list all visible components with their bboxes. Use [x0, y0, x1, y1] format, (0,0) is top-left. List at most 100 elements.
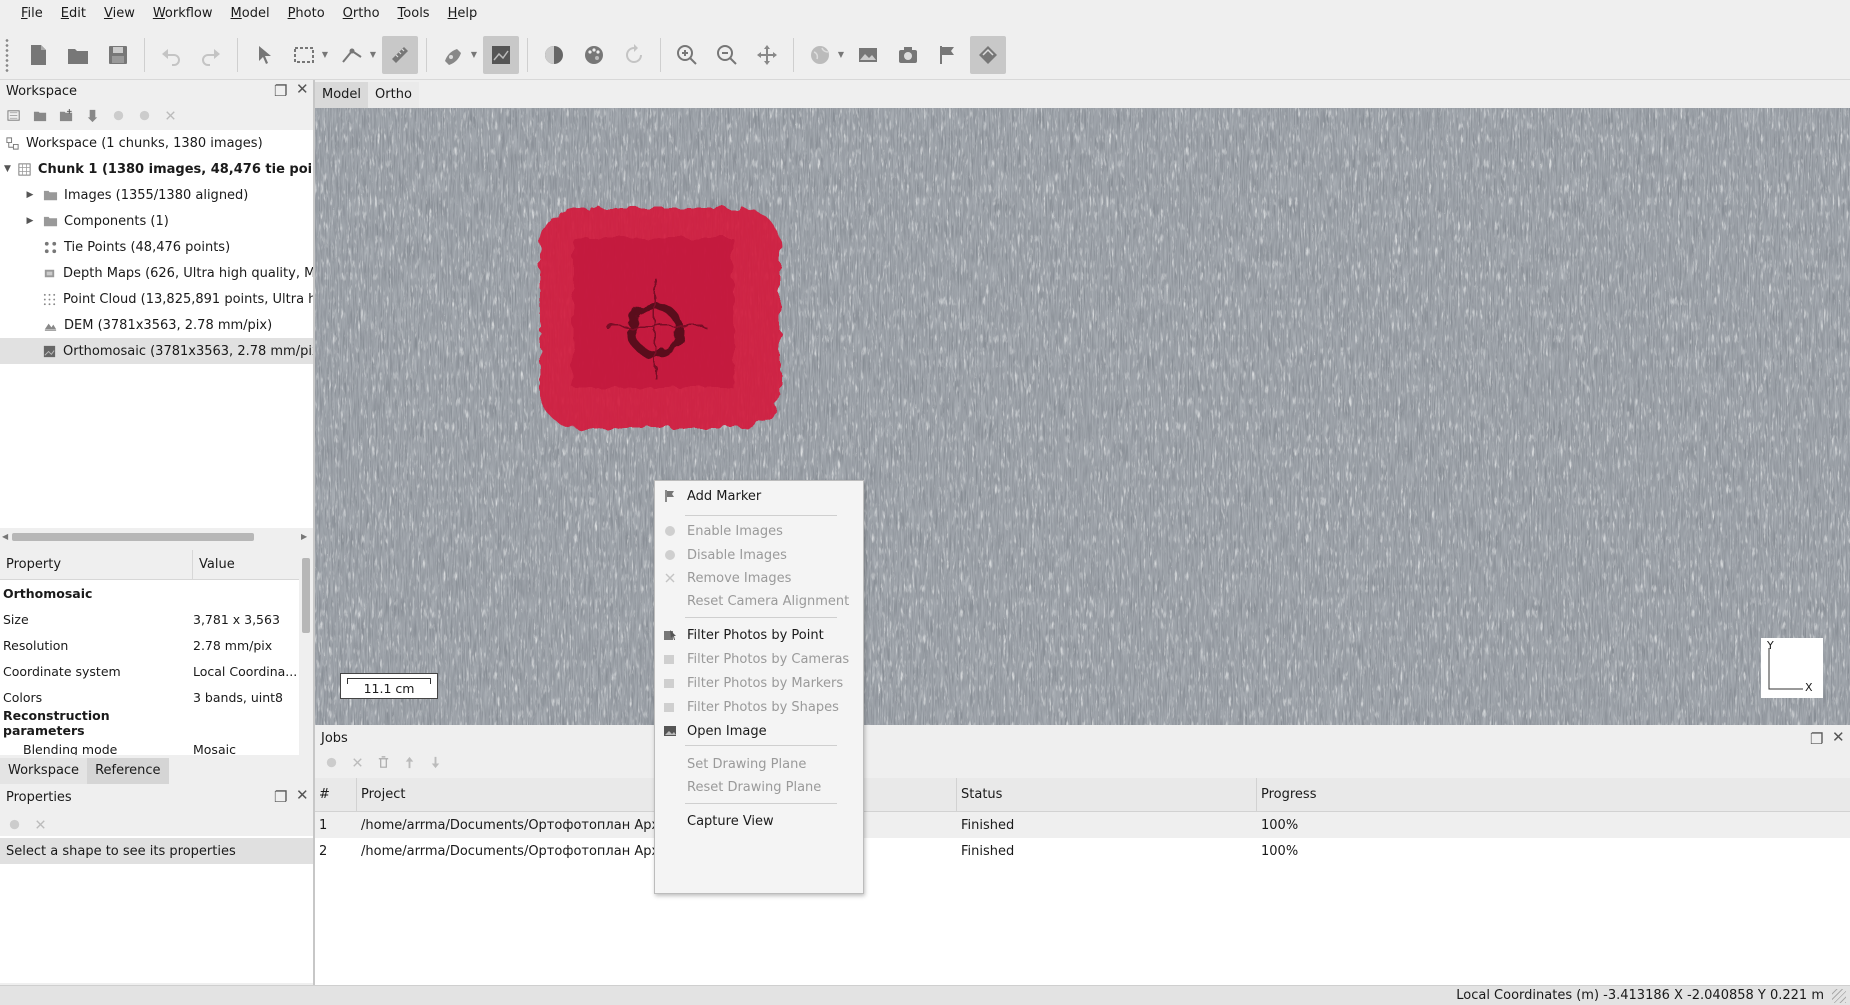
menu-model[interactable]: Model	[222, 0, 279, 28]
chevron-down-icon[interactable]: ▼	[368, 50, 378, 59]
chevron-down-icon[interactable]: ▼	[469, 50, 479, 59]
properties-vscrollbar[interactable]	[299, 550, 313, 755]
menu-photo[interactable]: Photo	[279, 0, 334, 28]
undock-icon[interactable]: ❐	[274, 82, 287, 100]
move-up-icon[interactable]	[401, 754, 417, 770]
column-header-value[interactable]: Value	[193, 557, 303, 572]
menu-item-disable-images[interactable]: Disable Images	[655, 543, 863, 567]
add-photos-icon[interactable]	[32, 107, 48, 123]
menu-edit[interactable]: Edit	[52, 0, 95, 28]
ruler-polyline-icon[interactable]	[334, 36, 370, 74]
column-header-progress[interactable]: Progress	[1257, 778, 1850, 812]
close-icon[interactable]: ✕	[296, 80, 309, 98]
remove-icon[interactable]	[162, 107, 178, 123]
column-header-property[interactable]: Property	[0, 550, 193, 580]
chevron-down-icon[interactable]: ▼	[320, 50, 330, 59]
trash-icon[interactable]	[375, 754, 391, 770]
tab-reference[interactable]: Reference	[87, 758, 169, 784]
menu-item-remove-images[interactable]: Remove Images	[655, 566, 863, 590]
ortho-viewport[interactable]: 11.1 cm Y X	[315, 108, 1850, 725]
refresh-icon[interactable]	[616, 36, 652, 74]
tree-item-images[interactable]: ▶ Images (1355/1380 aligned)	[0, 182, 313, 208]
enable-icon[interactable]	[110, 107, 126, 123]
open-icon[interactable]	[60, 36, 96, 74]
workspace-hscrollbar[interactable]: ◀ ▶	[0, 530, 313, 544]
scrollbar-thumb[interactable]	[12, 533, 254, 541]
pause-icon[interactable]	[323, 754, 339, 770]
tab-ortho[interactable]: Ortho	[368, 82, 419, 108]
menu-item-reset-drawing-plane[interactable]: Reset Drawing Plane	[655, 775, 863, 799]
menu-item-filter-by-point[interactable]: Filter Photos by Point	[655, 623, 863, 647]
save-icon[interactable]	[100, 36, 136, 74]
resize-grip-icon[interactable]	[1832, 989, 1846, 1003]
tree-item-orthomosaic[interactable]: Orthomosaic (3781x3563, 2.78 mm/pix)	[0, 338, 313, 364]
menu-item-set-drawing-plane[interactable]: Set Drawing Plane	[655, 752, 863, 776]
menu-item-add-marker[interactable]: Add Marker	[655, 484, 863, 508]
tree-item-depth-maps[interactable]: Depth Maps (626, Ultra high quality, Mil…	[0, 260, 313, 286]
palette-icon[interactable]	[576, 36, 612, 74]
redo-icon[interactable]	[193, 36, 229, 74]
chevron-right-icon[interactable]: ▶	[24, 190, 36, 200]
image-icon[interactable]	[850, 36, 886, 74]
menu-item-open-image[interactable]: Open Image	[655, 719, 863, 743]
rect-select-icon[interactable]	[286, 36, 322, 74]
tree-item-point-cloud[interactable]: Point Cloud (13,825,891 points, Ultra hi…	[0, 286, 313, 312]
zoom-out-icon[interactable]	[709, 36, 745, 74]
menu-view[interactable]: View	[95, 0, 144, 28]
pointer-icon[interactable]	[246, 36, 282, 74]
chevron-right-icon[interactable]: ▶	[301, 530, 307, 544]
tab-model[interactable]: Model	[315, 82, 369, 108]
add-folder-icon[interactable]	[58, 107, 74, 123]
table-row[interactable]: 2 /home/arrma/Documents/Ортофотоплан Арх…	[315, 838, 1850, 864]
tree-item-components[interactable]: ▶ Components (1)	[0, 208, 313, 234]
tree-item-chunk[interactable]: ▼ Chunk 1 (1380 images, 48,476 tie point…	[0, 156, 313, 182]
camera-icon[interactable]	[890, 36, 926, 74]
menu-item-reset-camera-alignment[interactable]: Reset Camera Alignment	[655, 589, 863, 613]
draw-shape-icon[interactable]	[435, 36, 471, 74]
menu-item-capture-view[interactable]: Capture View	[655, 809, 863, 833]
tab-workspace[interactable]: Workspace	[0, 758, 88, 784]
undo-icon[interactable]	[153, 36, 189, 74]
menu-workflow[interactable]: Workflow	[144, 0, 222, 28]
menu-item-filter-by-shapes[interactable]: Filter Photos by Shapes	[655, 695, 863, 719]
table-row[interactable]: 1 /home/arrma/Documents/Ортофотоплан Арх…	[315, 812, 1850, 838]
menu-item-filter-by-cameras[interactable]: Filter Photos by Cameras	[655, 647, 863, 671]
close-icon[interactable]: ✕	[1832, 728, 1845, 746]
import-icon[interactable]	[84, 107, 100, 123]
chevron-down-icon[interactable]: ▼	[4, 164, 11, 174]
enable-icon[interactable]	[6, 816, 22, 832]
undock-icon[interactable]: ❐	[1810, 730, 1823, 748]
add-chunk-icon[interactable]	[6, 107, 22, 123]
tree-item-workspace[interactable]: Workspace (1 chunks, 1380 images)	[0, 130, 313, 156]
column-header-status[interactable]: Status	[957, 777, 1257, 812]
toolbar-grip[interactable]	[4, 37, 10, 72]
scrollbar-thumb[interactable]	[302, 558, 310, 633]
shading-icon[interactable]	[536, 36, 572, 74]
disable-icon[interactable]	[136, 107, 152, 123]
chevron-down-icon[interactable]: ▼	[836, 50, 846, 59]
menu-help[interactable]: Help	[439, 0, 487, 28]
ortho-view-icon[interactable]	[483, 35, 519, 74]
menu-file[interactable]: File	[12, 0, 52, 28]
tree-item-dem[interactable]: DEM (3781x3563, 2.78 mm/pix)	[0, 312, 313, 338]
flag-icon[interactable]	[930, 36, 966, 74]
menu-tools[interactable]: Tools	[389, 0, 439, 28]
undock-icon[interactable]: ❐	[274, 788, 287, 806]
close-icon[interactable]: ✕	[296, 786, 309, 804]
tree-item-tie-points[interactable]: Tie Points (48,476 points)	[0, 234, 313, 260]
menu-ortho[interactable]: Ortho	[334, 0, 389, 28]
ruler-icon[interactable]	[382, 35, 418, 74]
chevron-left-icon[interactable]: ◀	[2, 530, 8, 544]
zoom-in-icon[interactable]	[669, 36, 705, 74]
move-icon[interactable]	[749, 36, 785, 74]
column-header-number[interactable]: #	[315, 777, 357, 812]
chevron-right-icon[interactable]: ▶	[24, 216, 36, 226]
menu-item-filter-by-markers[interactable]: Filter Photos by Markers	[655, 671, 863, 695]
menu-item-enable-images[interactable]: Enable Images	[655, 519, 863, 543]
remove-icon[interactable]	[32, 816, 48, 832]
move-down-icon[interactable]	[427, 754, 443, 770]
globe-icon[interactable]	[802, 36, 838, 74]
new-icon[interactable]	[20, 36, 56, 74]
stop-icon[interactable]	[349, 754, 365, 770]
patch-icon[interactable]	[970, 35, 1006, 74]
